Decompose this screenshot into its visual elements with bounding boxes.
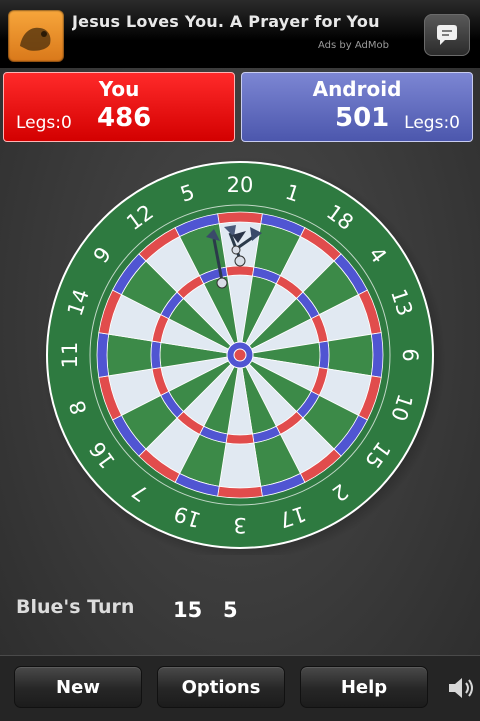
turn-indicator: Blue's Turn xyxy=(16,596,135,618)
segment-double[interactable] xyxy=(370,332,384,378)
android-score: 501 xyxy=(335,103,390,133)
segment-triple[interactable] xyxy=(225,433,255,445)
new-game-button[interactable]: New xyxy=(14,666,142,708)
segment-single-outer[interactable] xyxy=(218,442,262,489)
speaker-icon[interactable] xyxy=(446,674,476,702)
speech-bubble-icon xyxy=(437,25,457,45)
bullseye[interactable] xyxy=(233,348,247,362)
lion-icon xyxy=(20,27,51,51)
player-name: You xyxy=(98,77,140,101)
android-score-panel: Android 501 Legs:0 xyxy=(241,72,473,142)
board-number: 3 xyxy=(233,513,246,537)
player-score-panel: You Legs:0 486 xyxy=(3,72,235,142)
segment-double[interactable] xyxy=(96,332,110,378)
board-rings xyxy=(226,341,254,369)
segment-double[interactable] xyxy=(217,211,263,225)
dartboard[interactable]: 20 11841361015217319716811149125 xyxy=(0,155,480,555)
segment-triple[interactable] xyxy=(225,265,255,277)
options-button[interactable]: Options xyxy=(157,666,285,708)
segment-triple[interactable] xyxy=(150,340,162,370)
ad-title[interactable]: Jesus Loves You. A Prayer for You xyxy=(72,12,412,31)
player-legs: Legs:0 xyxy=(16,113,72,133)
segment-double[interactable] xyxy=(217,485,263,499)
ad-action-button[interactable] xyxy=(424,14,470,56)
segment-single-outer[interactable] xyxy=(106,333,153,377)
ad-banner[interactable]: Jesus Loves You. A Prayer for You Ads by… xyxy=(0,0,480,68)
ad-attribution: Ads by AdMob xyxy=(318,40,389,51)
segment-triple[interactable] xyxy=(318,340,330,370)
board-number: 20 xyxy=(227,173,254,197)
segment-single-outer[interactable] xyxy=(327,333,374,377)
throw-score: 5 xyxy=(223,598,238,622)
board-number: 11 xyxy=(58,342,82,369)
android-legs: Legs:0 xyxy=(404,113,460,133)
bottom-toolbar: New Options Help xyxy=(0,655,480,721)
help-button[interactable]: Help xyxy=(300,666,428,708)
throw-score: 15 xyxy=(173,598,203,622)
android-name: Android xyxy=(312,77,402,101)
board-number: 6 xyxy=(398,348,422,361)
ad-app-icon[interactable] xyxy=(8,10,64,62)
player-score: 486 xyxy=(97,103,152,133)
